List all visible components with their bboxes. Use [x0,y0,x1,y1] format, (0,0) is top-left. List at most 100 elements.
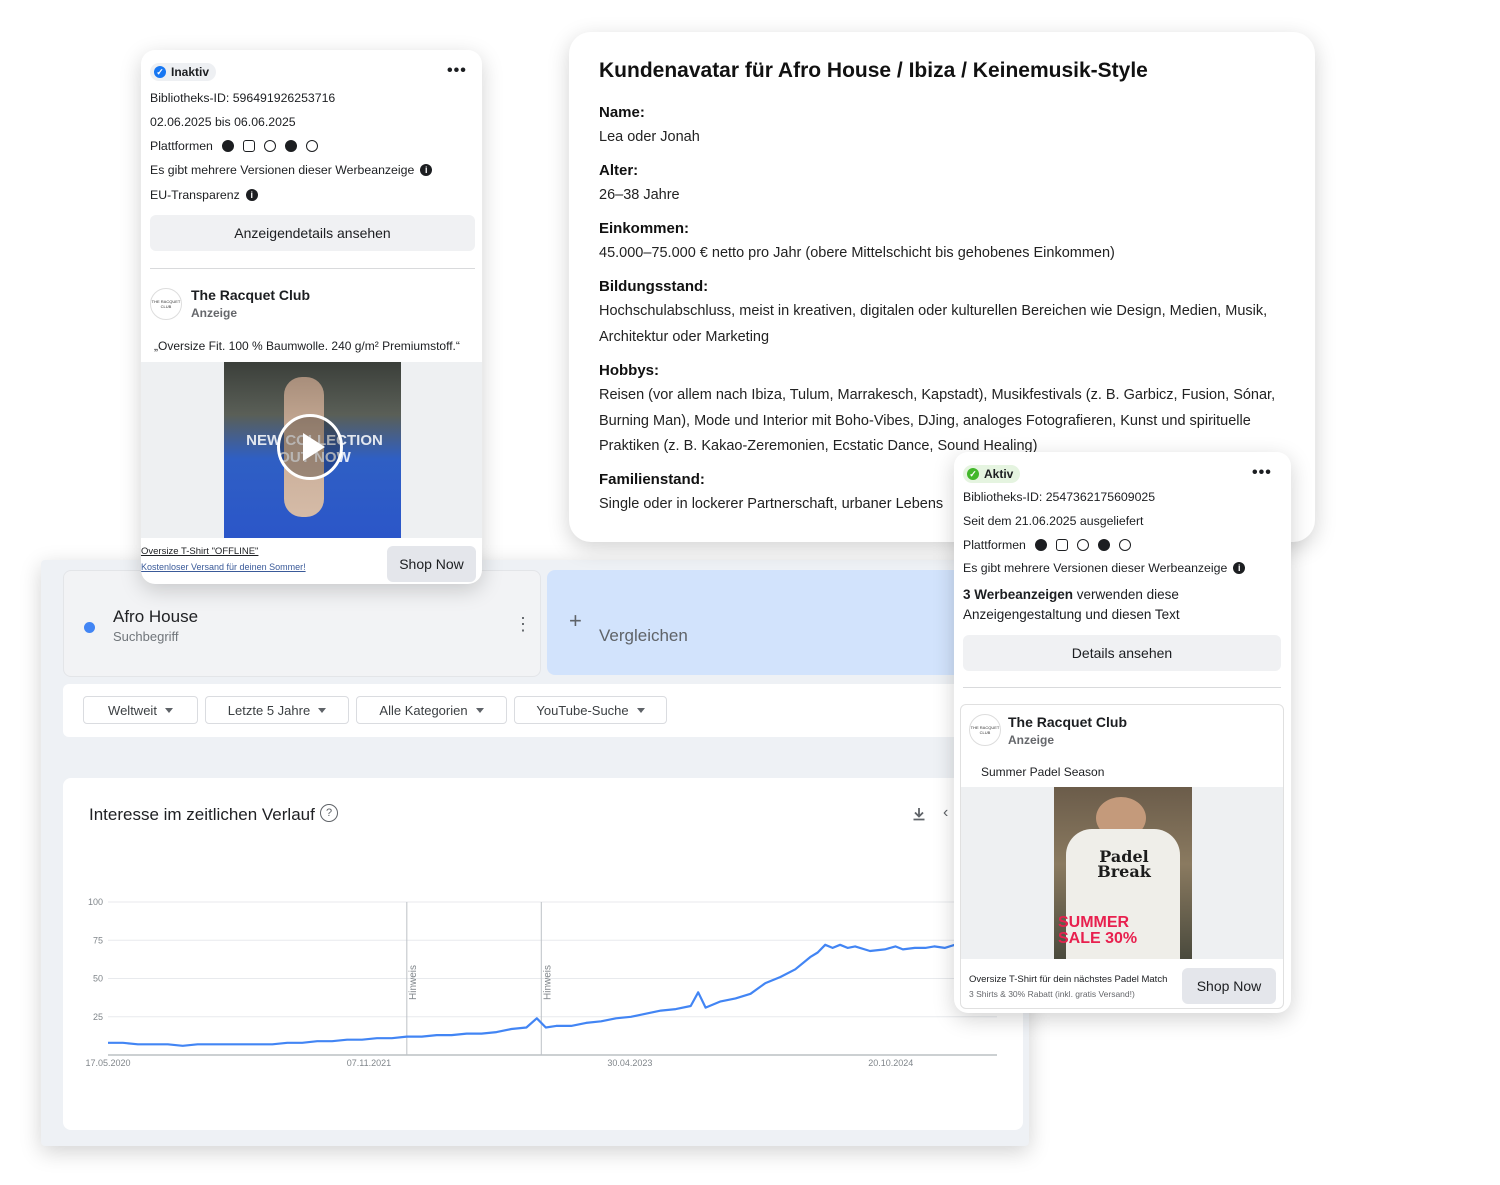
field-text-name: Lea oder Jonah [599,129,700,145]
info-icon[interactable]: i [245,189,258,201]
platforms-row: Plattformen [150,139,318,153]
status-label: Inaktiv [171,65,210,79]
versions-row: Es gibt mehrere Versionen dieser Werbean… [963,561,1246,575]
brand-name[interactable]: The Racquet Club [1008,714,1127,730]
caret-down-icon [318,707,327,713]
versions-row: Es gibt mehrere Versionen dieser Werbean… [150,163,433,177]
compare-button[interactable]: + Vergleichen [547,570,977,675]
sponsored-label: Anzeige [1008,733,1055,747]
y-tick-label: 50 [93,974,103,984]
filter-search-type-label: YouTube-Suche [536,702,629,718]
filter-timerange[interactable]: Letzte 5 Jahre [205,696,349,724]
field-label-name: Name: [599,104,645,121]
product-image[interactable]: Padel Break SUMMER SALE 30% [1054,787,1192,959]
y-tick-label: 100 [88,897,103,907]
usage-text-line2: Anzeigengestaltung und diesen Text [963,607,1180,622]
messenger-icon [1097,539,1110,551]
ad-details-button[interactable]: Anzeigendetails ansehen [150,215,475,251]
filter-region[interactable]: Weltweit [83,696,198,724]
audience-network-icon [1076,539,1089,551]
filter-timerange-label: Letzte 5 Jahre [227,702,311,718]
usage-note: 3 Werbeanzeigen verwenden diese Anzeigen… [963,585,1180,625]
more-options-icon[interactable]: ••• [447,62,467,80]
shop-now-button[interactable]: Shop Now [1182,968,1276,1004]
search-term-card[interactable]: Afro House Suchbegriff ⋮ [63,570,541,677]
threads-icon [305,140,318,152]
delivery-since: Seit dem 21.06.2025 ausgeliefert [963,514,1144,528]
ad-preview: THE RACQUET CLUB The Racquet Club Anzeig… [960,704,1284,1009]
facebook-icon [1034,539,1047,551]
field-text-age: 26–38 Jahre [599,187,680,203]
platforms-label: Plattformen [963,538,1026,552]
ad-copy: Summer Padel Season [981,765,1105,779]
filter-region-label: Weltweit [108,702,157,718]
info-icon[interactable]: i [1233,562,1246,574]
compare-label: Vergleichen [599,626,688,645]
interest-over-time-card: Interesse im zeitlichen Verlauf ? ‹ 25 50… [63,778,1023,1130]
play-icon[interactable] [277,414,343,480]
field-label-income: Einkommen: [599,220,690,237]
field-label-hobbies: Hobbys: [599,362,659,379]
field-label-education: Bildungsstand: [599,278,709,295]
y-tick-label: 75 [93,935,103,945]
usage-count: 3 Werbeanzeigen [963,587,1074,602]
platforms-label: Plattformen [150,139,213,153]
footer-subtitle[interactable]: Kostenloser Versand für deinen Sommer! [141,562,306,572]
x-tick-label: 07.11.2021 [347,1058,391,1068]
series-color-dot [84,622,95,633]
status-badge: ✓ Inaktiv [150,63,217,81]
annotation-label: Hinweis [542,965,553,1000]
eu-transparency-row[interactable]: EU-Transparenz i [150,188,258,202]
ad-copy: „Oversize Fit. 100 % Baumwolle. 240 g/m²… [154,339,460,353]
filter-search-type[interactable]: YouTube-Suche [514,696,667,724]
brand-logo: THE RACQUET CLUB [969,714,1001,746]
status-icon: ✓ [154,66,166,78]
caret-down-icon [475,707,484,713]
footer-title[interactable]: Oversize T-Shirt "OFFLINE" [141,546,258,557]
filter-bar: Weltweit Letzte 5 Jahre Alle Kategorien … [63,684,963,737]
field-text-education: Hochschulabschluss, meist in kreativen, … [599,303,1268,345]
caret-down-icon [164,707,173,713]
ad-card-inactive: ✓ Inaktiv ••• Bibliotheks-ID: 5964919262… [141,50,482,584]
platforms-row: Plattformen [963,538,1131,552]
caret-down-icon [636,707,645,713]
field-label-family: Familienstand: [599,471,705,488]
audience-network-icon [263,140,276,152]
shop-now-button[interactable]: Shop Now [387,546,476,582]
details-button[interactable]: Details ansehen [963,635,1281,671]
video-thumbnail[interactable]: NEW COLLECTION OUT NOW [224,362,401,538]
search-term-title: Afro House [113,607,199,626]
field-label-age: Alter: [599,162,639,179]
run-dates: 02.06.2025 bis 06.06.2025 [150,115,296,129]
instagram-icon [242,140,255,152]
status-badge: ✓ Aktiv [963,465,1021,483]
versions-note: Es gibt mehrere Versionen dieser Werbean… [963,561,1228,575]
media-container: NEW COLLECTION OUT NOW [141,362,482,538]
library-id: Bibliotheks-ID: 2547362175609025 [963,490,1156,504]
info-icon[interactable]: i [420,164,433,176]
filter-category-label: Alle Kategorien [379,702,468,718]
avatar-title: Kundenavatar für Afro House / Ibiza / Ke… [599,59,1148,82]
x-tick-label: 17.05.2020 [85,1058,130,1068]
versions-note: Es gibt mehrere Versionen dieser Werbean… [150,163,415,177]
messenger-icon [284,140,297,152]
brand-name[interactable]: The Racquet Club [191,287,310,303]
facebook-icon [221,140,234,152]
more-vert-icon[interactable]: ⋮ [514,615,532,633]
instagram-icon [1055,539,1068,551]
more-options-icon[interactable]: ••• [1252,464,1272,482]
threads-icon [1118,539,1131,551]
footer-title[interactable]: Oversize T-Shirt für dein nächstes Padel… [969,974,1167,985]
filter-category[interactable]: Alle Kategorien [356,696,507,724]
field-text-hobbies: Reisen (vor allem nach Ibiza, Tulum, Mar… [599,387,1276,454]
y-tick-label: 25 [93,1012,103,1022]
footer-subtitle: 3 Shirts & 30% Rabatt (inkl. gratis Vers… [969,989,1135,999]
brand-logo: THE RACQUET CLUB [150,288,182,320]
eu-transparency-label: EU-Transparenz [150,188,240,202]
trends-panel: Afro House Suchbegriff ⋮ + Vergleichen W… [41,560,1029,1146]
plus-icon: + [569,608,582,633]
annotation-label: Hinweis [408,965,419,1000]
divider [150,268,475,269]
sale-text: SUMMER SALE 30% [1058,914,1138,947]
library-id: Bibliotheks-ID: 596491926253716 [150,91,336,105]
